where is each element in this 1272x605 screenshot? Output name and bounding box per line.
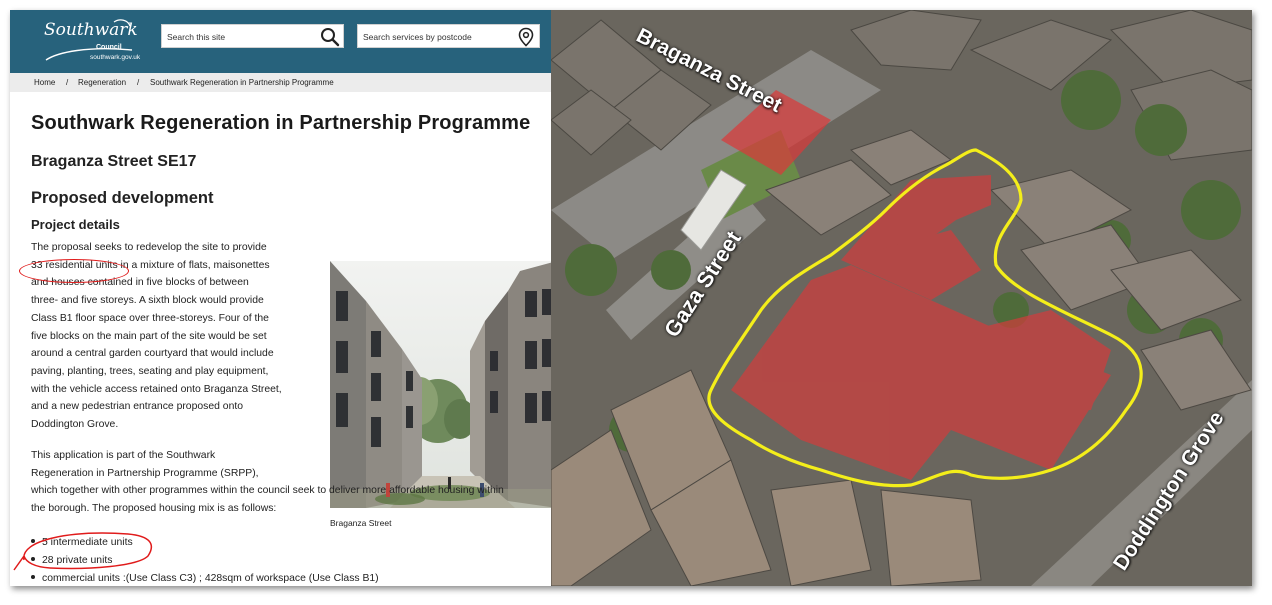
para-line: three- and five storeys. A sixth block w… <box>31 295 264 307</box>
breadcrumb-separator: / <box>66 78 69 87</box>
para-line: the borough. The proposed housing mix is… <box>31 503 277 515</box>
para-line: five blocks on the main part of the site… <box>31 330 267 342</box>
postcode-search-box <box>357 24 540 48</box>
logo-url: southwark.gov.uk <box>90 54 141 61</box>
section-heading: Proposed development <box>31 189 214 207</box>
site-header: Southwark Council southwark.gov.uk <box>10 10 551 73</box>
para-line: Regeneration in Partnership Programme (S… <box>31 467 259 479</box>
breadcrumb-home-link[interactable]: Home <box>34 78 55 87</box>
para-line: in a mixture of flats, maisonettes <box>120 259 270 271</box>
breadcrumb-current: Southwark Regeneration in Partnership Pr… <box>150 78 334 87</box>
para-line: Doddington Grove. <box>31 419 119 431</box>
web-page-panel: Southwark Council southwark.gov.uk Searc… <box>10 10 551 586</box>
breadcrumb-separator: / <box>137 78 140 87</box>
red-annotation-oval <box>13 532 153 571</box>
para-line: This application is part of the Southwar… <box>31 450 216 461</box>
photo-caption: Braganza Street <box>330 518 392 528</box>
page-subtitle: Braganza Street SE17 <box>31 153 197 170</box>
para-line: Class B1 floor space over three-storeys.… <box>31 312 269 324</box>
para-line: with the vehicle access retained onto Br… <box>31 383 282 395</box>
para-line: The proposal seeks to redevelop the site… <box>31 242 267 253</box>
aerial-map-image: Braganza Street Gaza Street Doddington G… <box>551 10 1252 586</box>
site-search-input[interactable] <box>167 30 307 44</box>
para-line: and a new pedestrian entrance proposed o… <box>31 401 244 413</box>
subsection-heading: Project details <box>31 217 120 232</box>
search-icon[interactable] <box>320 27 340 47</box>
logo-wordmark: Southwark <box>44 20 138 40</box>
screenshot-frame: Southwark Council southwark.gov.uk Searc… <box>10 10 1252 586</box>
para-line: which together with other programmes wit… <box>31 485 504 497</box>
page-title: Southwark Regeneration in Partnership Pr… <box>31 112 531 134</box>
para-line: around a central garden courtyard that w… <box>31 348 274 360</box>
breadcrumb-regeneration-link[interactable]: Regeneration <box>78 78 126 87</box>
council-logo[interactable]: Southwark Council southwark.gov.uk <box>40 16 140 66</box>
site-search-box <box>161 24 344 48</box>
para-line: paving, planting, trees, seating and pla… <box>31 365 269 377</box>
srpp-description: This application is part of the Southwar… <box>31 447 536 518</box>
logo-council-label: Council <box>96 44 122 51</box>
postcode-search-input[interactable] <box>363 30 503 44</box>
aerial-photo <box>551 10 1252 586</box>
map-pin-icon[interactable] <box>516 27 536 47</box>
red-annotation-circle <box>19 259 129 283</box>
breadcrumb: Home / Regeneration / Southwark Regenera… <box>10 73 551 92</box>
